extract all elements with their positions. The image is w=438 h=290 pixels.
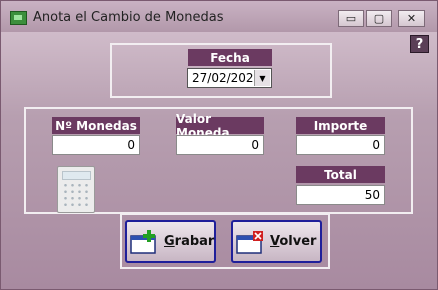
exit-icon <box>236 230 264 254</box>
title-bar[interactable]: Anota el Cambio de Monedas ▭ ▢ ✕ <box>1 1 437 32</box>
date-value: 27/02/2020 <box>192 71 262 85</box>
total-field[interactable]: 50 <box>296 185 385 205</box>
grabar-button[interactable]: Grabar <box>125 220 216 263</box>
help-icon[interactable]: ? <box>410 35 429 53</box>
valor-label: Valor Moneda <box>176 112 264 140</box>
volver-label: olver <box>279 234 317 249</box>
restore-button[interactable]: ▢ <box>366 10 392 27</box>
monedas-label: Nº Monedas <box>52 117 140 134</box>
minimize-button[interactable]: ▭ <box>338 10 364 27</box>
volver-button[interactable]: Volver <box>231 220 322 263</box>
total-label: Total <box>296 166 385 183</box>
volver-accel: V <box>270 234 280 249</box>
importe-label: Importe <box>296 117 385 134</box>
chevron-down-icon[interactable]: ▼ <box>254 70 270 86</box>
calculator-icon[interactable] <box>57 166 95 213</box>
calculator-keys <box>62 182 90 208</box>
app-icon <box>10 11 27 25</box>
window-title: Anota el Cambio de Monedas <box>33 10 224 25</box>
main-window: Anota el Cambio de Monedas ▭ ▢ ✕ ? Fecha… <box>0 0 438 290</box>
monedas-field[interactable]: 0 <box>52 135 140 155</box>
valor-field[interactable]: 0 <box>176 135 264 155</box>
calculator-screen <box>62 171 91 180</box>
close-button[interactable]: ✕ <box>398 10 425 27</box>
grabar-accel: G <box>164 234 175 249</box>
date-label: Fecha <box>188 49 272 66</box>
grabar-label: rabar <box>174 234 215 249</box>
date-picker[interactable]: 27/02/2020 ▼ <box>187 68 272 88</box>
save-icon <box>130 229 158 254</box>
importe-field[interactable]: 0 <box>296 135 385 155</box>
